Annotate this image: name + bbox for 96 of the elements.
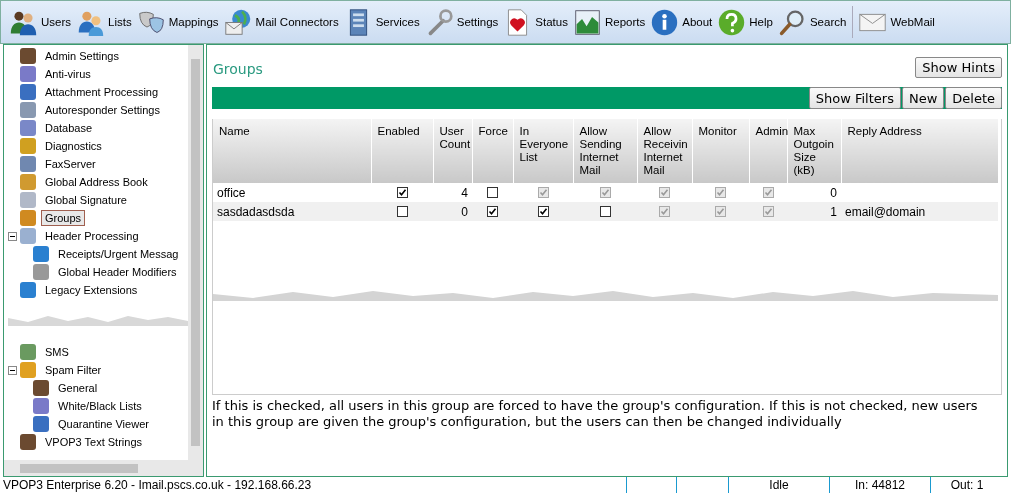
tree-item[interactable]: Anti-virus xyxy=(41,66,95,82)
table-cell: 0 xyxy=(461,204,468,219)
toolbar-button[interactable]: Help xyxy=(715,5,775,39)
table-cell: email@domain xyxy=(845,204,926,219)
action-button[interactable]: Delete xyxy=(945,87,1002,109)
tree-item[interactable]: FaxServer xyxy=(41,156,100,172)
toolbar-button[interactable]: Services xyxy=(341,5,422,39)
checkbox[interactable] xyxy=(396,206,408,217)
status-text: Idle xyxy=(728,477,829,493)
column-header[interactable]: User Count xyxy=(433,119,472,183)
column-header[interactable]: Reply Address xyxy=(841,119,998,183)
item-icon xyxy=(20,120,36,136)
status-text: Out: 1 xyxy=(930,477,1011,493)
tree-item[interactable]: Global Header Modifiers xyxy=(54,264,181,280)
checkbox[interactable] xyxy=(487,187,498,198)
checkbox[interactable] xyxy=(537,206,549,217)
tree-item[interactable]: General xyxy=(54,380,102,396)
toolbar-button[interactable]: About xyxy=(648,5,715,39)
column-header[interactable]: Name xyxy=(213,119,371,183)
item-icon xyxy=(20,210,36,226)
tree-item[interactable]: Diagnostics xyxy=(41,138,106,154)
info-icon xyxy=(650,7,680,37)
tree-item[interactable]: VPOP3 Text Strings xyxy=(41,434,146,450)
toolbar-button[interactable]: Mappings xyxy=(134,5,221,39)
horizontal-scrollbar[interactable] xyxy=(4,460,203,476)
help-icon xyxy=(717,7,747,37)
table-cell: 1 xyxy=(830,204,837,219)
column-header[interactable]: Force xyxy=(472,119,513,183)
item-icon xyxy=(20,138,36,154)
table-row[interactable]: sasdadasdsda 0 1 email@domain xyxy=(213,202,998,221)
toolbar-button[interactable]: Settings xyxy=(422,5,501,39)
item-icon xyxy=(20,282,36,298)
table-cell: 0 xyxy=(830,185,837,200)
tree-item[interactable]: SMS xyxy=(41,344,73,360)
item-icon xyxy=(20,192,36,208)
item-icon xyxy=(20,434,36,450)
column-header[interactable]: Admin xyxy=(749,119,787,183)
tree-item[interactable]: Header Processing xyxy=(41,228,143,244)
tree-item[interactable]: Groups xyxy=(41,210,86,226)
toolbar-button[interactable]: Search xyxy=(775,5,849,39)
item-icon xyxy=(20,228,36,244)
tree-item[interactable]: Global Signature xyxy=(41,192,131,208)
tree-item[interactable]: Attachment Processing xyxy=(41,84,163,100)
item-icon xyxy=(33,398,49,414)
table-row[interactable]: office 4 0 xyxy=(213,183,998,202)
action-button[interactable]: New xyxy=(901,87,945,109)
status-text: In: 44812 xyxy=(829,477,930,493)
item-icon xyxy=(33,246,49,262)
checkbox[interactable] xyxy=(396,187,408,198)
toolbar-button[interactable]: Status xyxy=(501,5,570,39)
column-header[interactable]: Enabled xyxy=(371,119,433,183)
item-icon xyxy=(20,102,36,118)
tree-item[interactable]: Legacy Extensions xyxy=(41,282,142,298)
column-header[interactable]: Allow Sending Internet Mail xyxy=(573,119,637,183)
toolbar-button[interactable]: WebMail xyxy=(856,5,937,39)
tree-item[interactable]: Spam Filter xyxy=(41,362,106,378)
globe-envelope-icon xyxy=(223,7,253,37)
page-title: Groups xyxy=(213,61,263,77)
tree-item[interactable]: Autoresponder Settings xyxy=(41,102,164,118)
help-text: If this is checked, all users in this group are forced to have the group's configuration. If this is not checked, new users in this group are given the group's configuration, but the users can then be changed individually xyxy=(212,398,979,430)
toolbar-button[interactable]: Users xyxy=(7,5,74,39)
tree-item[interactable]: Global Address Book xyxy=(41,174,152,190)
column-header[interactable]: Allow Receivin Internet Mail xyxy=(637,119,692,183)
toolbar-button[interactable]: Lists xyxy=(74,5,134,39)
toolbar-button[interactable]: Mail Connectors xyxy=(221,5,341,39)
item-icon xyxy=(33,264,49,280)
tree-item[interactable]: Receipts/Urgent Messag xyxy=(54,246,183,262)
column-header[interactable]: Max Outgoin Size (kB) xyxy=(787,119,841,183)
tree-item[interactable]: Database xyxy=(41,120,97,136)
tree-item[interactable]: Admin Settings xyxy=(41,48,123,64)
show-hints-button[interactable]: Show Hints xyxy=(915,57,1002,78)
column-header[interactable]: In Everyone List xyxy=(513,119,573,183)
table-cell: office xyxy=(217,185,246,200)
item-icon xyxy=(20,66,36,82)
action-button[interactable]: Show Filters xyxy=(808,87,901,109)
table-cell: sasdadasdsda xyxy=(217,204,295,219)
item-icon xyxy=(20,156,36,172)
item-icon xyxy=(33,416,49,432)
item-icon xyxy=(20,84,36,100)
item-icon xyxy=(33,380,49,396)
table-cell: 4 xyxy=(461,185,468,200)
vertical-scrollbar[interactable] xyxy=(188,45,203,460)
collapse-icon[interactable] xyxy=(8,365,17,375)
item-icon xyxy=(20,48,36,64)
toolbar-button[interactable]: Reports xyxy=(570,5,648,39)
checkbox[interactable] xyxy=(599,206,611,217)
collapse-icon[interactable] xyxy=(8,231,17,241)
item-icon xyxy=(20,174,36,190)
tree-item[interactable]: Quarantine Viewer xyxy=(54,416,153,432)
column-header[interactable]: Monitor xyxy=(692,119,749,183)
tree-item[interactable]: White/Black Lists xyxy=(54,398,146,414)
chart-icon xyxy=(572,7,602,37)
item-icon xyxy=(20,362,36,378)
status-text: VPOP3 Enterprise 6.20 - Imail.pscs.co.uk - 192.168.66.23 xyxy=(2,477,313,493)
item-icon xyxy=(20,344,36,360)
checkbox[interactable] xyxy=(487,206,498,217)
